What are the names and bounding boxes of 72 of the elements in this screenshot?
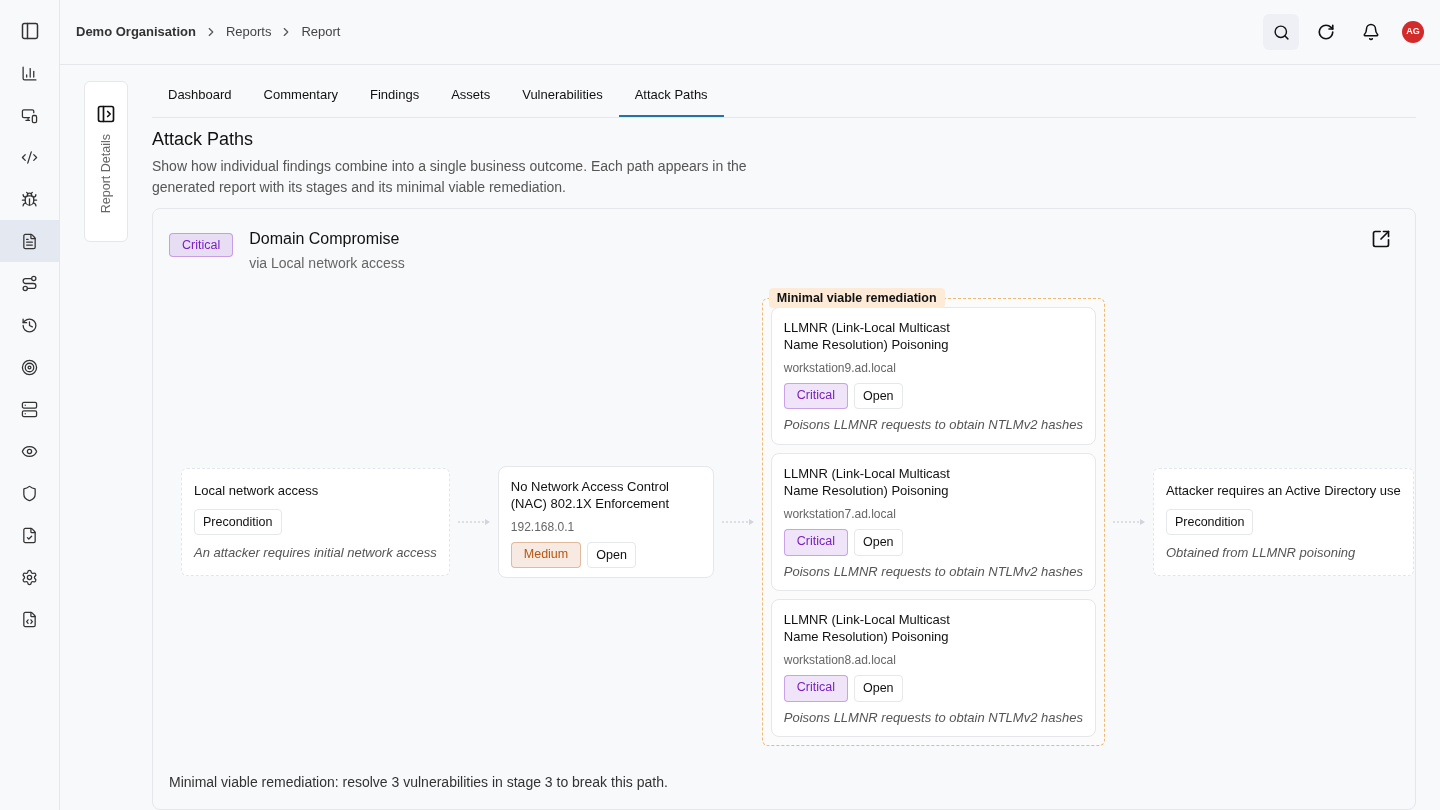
severity-badge: Medium [510, 541, 582, 569]
remediation-label: Minimal viable remediation [768, 287, 945, 309]
bell-icon [1362, 23, 1380, 41]
path-subtitle: via Local network access [249, 253, 405, 273]
sidebar-item[interactable] [0, 220, 59, 262]
status-tag: Open [854, 382, 903, 410]
remediation-summary: Minimal viable remediation: resolve 3 vulnerabilities in stage 3 to break this path. [169, 773, 669, 793]
history-icon [21, 316, 38, 334]
status-tag: Open [854, 675, 903, 702]
external-link-icon [1371, 228, 1391, 249]
path-title: Domain Compromise [249, 228, 401, 249]
host-name: workstation8.ad.local [783, 652, 897, 669]
status-tag: Open [587, 541, 636, 569]
search-icon [1272, 23, 1290, 41]
severity-badge: Critical [783, 528, 848, 556]
open-external-button[interactable] [1371, 228, 1391, 249]
server-icon [21, 400, 38, 418]
target-icon [21, 358, 38, 376]
node-note: An attacker requires initial network access [194, 544, 437, 563]
tab[interactable]: Vulnerabilities [506, 81, 619, 117]
finding-card[interactable]: No Network Access Control (NAC) 802.1X Enforcement 192.168.0.1 Medium Open [497, 465, 714, 579]
chart-icon [21, 64, 38, 82]
user-avatar[interactable]: AG [1402, 21, 1424, 43]
report-details-tab[interactable]: Report Details [84, 81, 128, 242]
document-icon [21, 232, 38, 250]
file-code-icon [21, 610, 38, 628]
panel-icon [19, 21, 40, 41]
code-icon [21, 148, 38, 166]
tab[interactable]: Dashboard [152, 81, 248, 117]
finding-card[interactable]: LLMNR (Link-Local Multicast Name Resolution) Poisoning workstation7.ad.local Critical Open Poisons LLMNR requests to obtain NTLMv2 hashes [770, 452, 1096, 591]
node-note: Obtained from LLMNR poisoning [1165, 544, 1357, 563]
host-name: workstation9.ad.local [783, 359, 897, 377]
status-tag: Open [854, 528, 903, 556]
node-title: No Network Access Control (NAC) 802.1X Enforcement [510, 477, 670, 512]
refresh-icon [1317, 23, 1335, 41]
arrow-connector [721, 517, 754, 526]
tab[interactable]: Commentary [247, 81, 355, 117]
page-title: Attack Paths [152, 127, 255, 151]
arrow-connector [457, 517, 490, 526]
settings-icon [21, 568, 38, 586]
node-title: LLMNR (Link-Local Multicast Name Resolution) Poisoning [783, 464, 951, 499]
route-icon [21, 274, 38, 292]
node-title: LLMNR (Link-Local Multicast Name Resolution) Poisoning [783, 611, 951, 645]
node-note: Poisons LLMNR requests to obtain NTLMv2 hashes [783, 416, 1083, 435]
arrow-connector [1112, 517, 1145, 526]
page-description: Show how individual findings combine into a single business outcome. Each path appears in the generated report with its stages and its minimal viable remediation. [152, 156, 748, 197]
tab[interactable]: Assets [435, 81, 507, 117]
node-note: Poisons LLMNR requests to obtain NTLMv2 hashes [783, 562, 1083, 581]
host-name: 192.168.0.1 [510, 518, 576, 536]
node-title: LLMNR (Link-Local Multicast Name Resolution) Poisoning [783, 318, 951, 353]
file-check-icon [21, 526, 38, 544]
shield-icon [21, 484, 38, 502]
devices-icon [21, 106, 38, 124]
severity-badge: Critical [783, 382, 848, 410]
host-name: workstation7.ad.local [783, 505, 897, 523]
node-title: Attacker requires an Active Directory use [1165, 482, 1401, 500]
precondition-tag: Precondition [194, 508, 282, 536]
finding-card[interactable]: LLMNR (Link-Local Multicast Name Resolution) Poisoning workstation9.ad.local Critical Open Poisons LLMNR requests to obtain NTLMv2 hashes [770, 306, 1096, 445]
finding-card[interactable]: LLMNR (Link-Local Multicast Name Resolution) Poisoning workstation8.ad.local Critical Open Poisons LLMNR requests to obtain NTLMv2 hashes [770, 599, 1096, 738]
node-note: Poisons LLMNR requests to obtain NTLMv2 hashes [783, 708, 1083, 727]
precondition-tag: Precondition [1165, 508, 1254, 536]
breadcrumb-link[interactable]: Demo Organisation [76, 22, 196, 42]
breadcrumb-link[interactable]: Report [301, 22, 341, 42]
severity-badge: Critical [783, 675, 848, 702]
search-button[interactable] [1263, 14, 1299, 50]
node-title: Local network access [194, 482, 320, 500]
tab[interactable]: Findings [354, 81, 436, 117]
bug-icon [21, 190, 38, 208]
severity-badge: Critical [169, 232, 234, 258]
panel-icon [96, 104, 116, 124]
breadcrumb-link[interactable]: Reports [225, 22, 272, 42]
tab[interactable]: Attack Paths [618, 81, 724, 117]
